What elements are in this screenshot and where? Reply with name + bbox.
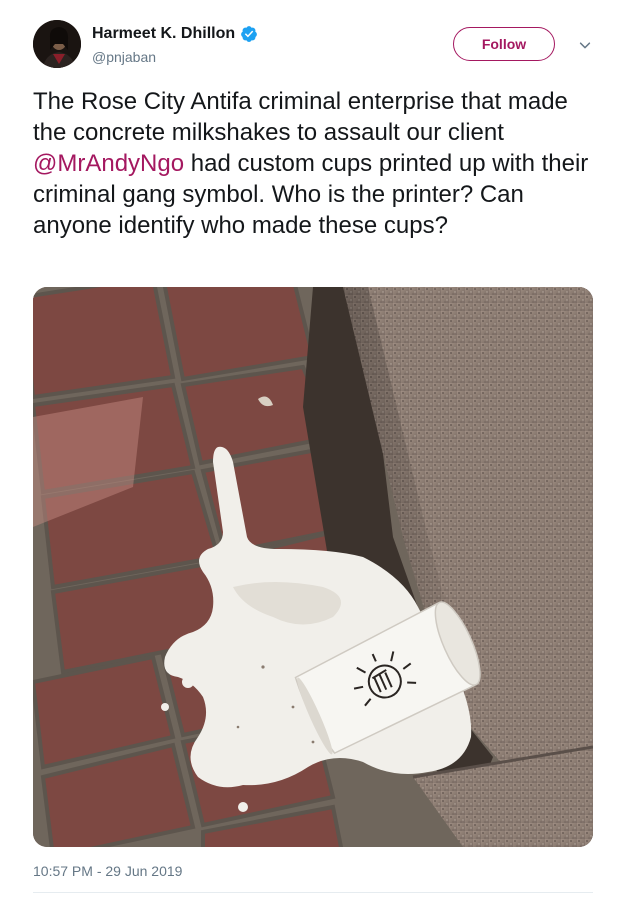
tweet-text-before: The Rose City Antifa criminal enterprise… [33,88,568,146]
chevron-down-icon[interactable] [576,36,594,54]
follow-button[interactable]: Follow [453,27,555,61]
avatar-image [33,20,81,68]
author-name-row[interactable]: Harmeet K. Dhillon [92,25,258,43]
tweet-photo[interactable] [33,287,593,847]
tweet-text: The Rose City Antifa criminal enterprise… [33,86,598,241]
tweet-card: Harmeet K. Dhillon @pnjaban Follow The R… [0,0,628,898]
photo-spilled-cup-icon [33,287,593,847]
author-avatar[interactable] [33,20,81,68]
author-handle[interactable]: @pnjaban [92,49,156,65]
author-display-name[interactable]: Harmeet K. Dhillon [92,25,235,43]
tweet-timestamp[interactable]: 10:57 PM - 29 Jun 2019 [33,863,182,879]
mention-link[interactable]: @MrAndyNgo [33,150,184,177]
divider [33,892,593,893]
verified-badge-icon [240,25,258,43]
